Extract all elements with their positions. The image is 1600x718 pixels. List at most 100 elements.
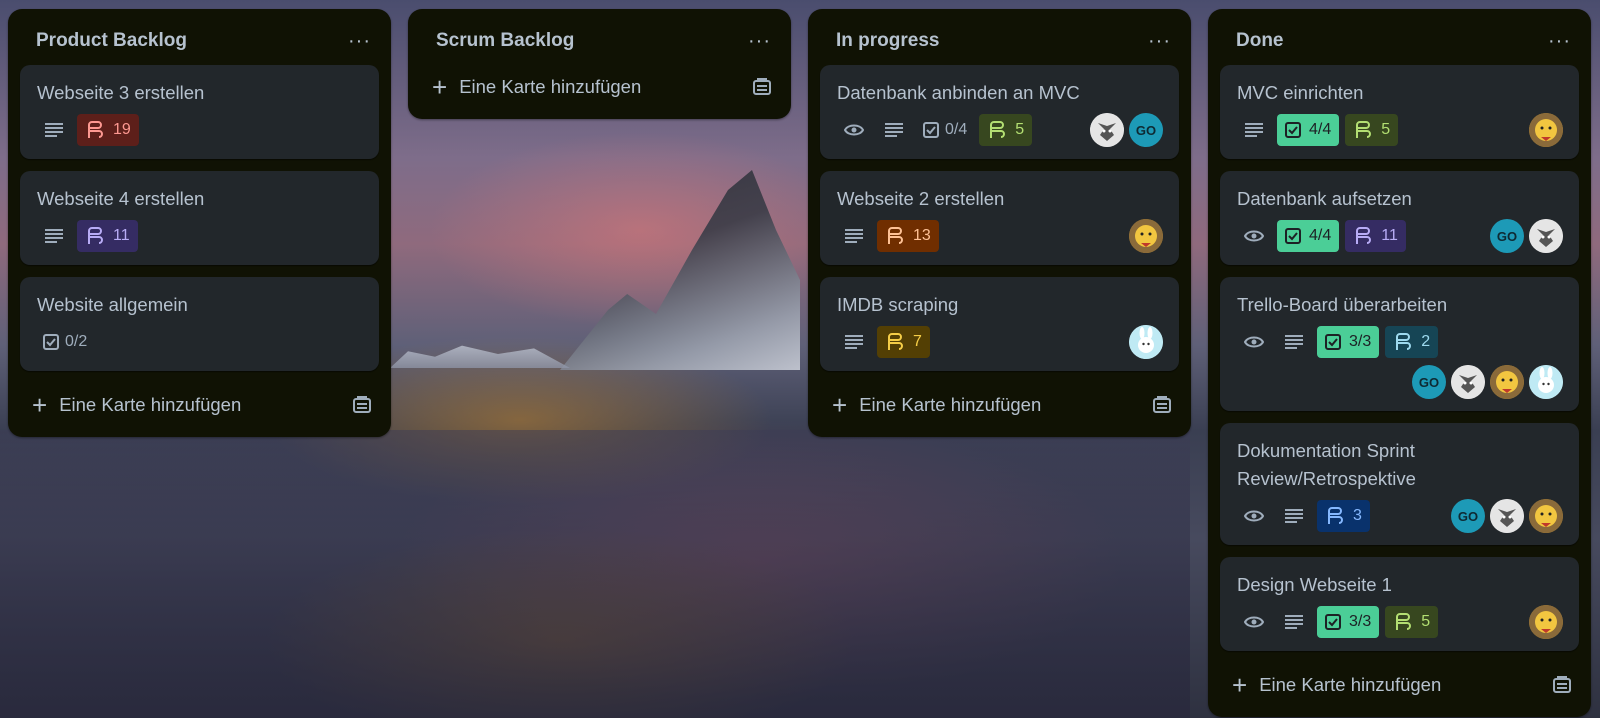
list-menu-button[interactable]: ···	[1548, 30, 1571, 53]
card-title: Website allgemein	[37, 294, 188, 315]
description-icon	[1277, 606, 1311, 638]
checklist-count: 4/4	[1309, 121, 1332, 138]
story-points-value: 5	[1015, 121, 1025, 138]
member-avatar[interactable]: GO	[1412, 365, 1446, 399]
member-avatar[interactable]	[1529, 113, 1563, 147]
plus-icon: +	[32, 390, 48, 420]
card[interactable]: Webseite 2 erstellen 13	[820, 171, 1179, 265]
member-avatar[interactable]	[1490, 499, 1524, 533]
member-avatar[interactable]: GO	[1451, 499, 1485, 533]
story-points-icon	[1393, 613, 1413, 631]
list-menu-button[interactable]: ···	[748, 30, 771, 53]
card[interactable]: Webseite 4 erstellen 11	[20, 171, 379, 265]
card[interactable]: Webseite 3 erstellen 19	[20, 65, 379, 159]
add-card-button[interactable]: + Eine Karte hinzufügen	[20, 383, 379, 427]
checklist-icon	[1285, 122, 1301, 138]
description-icon	[1277, 500, 1311, 532]
story-points-badge: 3	[1317, 500, 1370, 532]
story-points-value: 7	[913, 333, 922, 350]
add-card-button[interactable]: + Eine Karte hinzufügen	[820, 383, 1179, 427]
story-points-badge: 2	[1385, 326, 1439, 358]
story-points-badge: 13	[877, 220, 939, 252]
add-card-label: Eine Karte hinzufügen	[59, 394, 242, 415]
add-card-label: Eine Karte hinzufügen	[1259, 674, 1442, 695]
board: Product Backlog ··· Webseite 3 erstellen…	[0, 0, 1600, 718]
description-icon	[37, 220, 71, 252]
watch-eye-icon	[1237, 500, 1271, 532]
plus-icon: +	[432, 72, 448, 102]
member-avatar[interactable]	[1129, 219, 1163, 253]
list-title: In progress	[836, 30, 940, 51]
member-avatar[interactable]: GO	[1129, 113, 1163, 147]
list-title: Product Backlog	[36, 30, 187, 51]
story-points-value: 19	[113, 121, 131, 138]
card-title: MVC einrichten	[1237, 82, 1364, 103]
member-avatar[interactable]	[1129, 325, 1163, 359]
story-points-value: 2	[1421, 333, 1431, 350]
story-points-icon	[885, 227, 905, 245]
template-icon[interactable]	[1153, 396, 1171, 414]
add-card-label: Eine Karte hinzufügen	[859, 394, 1042, 415]
card-badges: 7	[837, 325, 1163, 359]
member-avatar[interactable]	[1451, 365, 1485, 399]
template-icon[interactable]	[1553, 676, 1571, 694]
story-points-icon	[85, 121, 105, 139]
card-badges: 19	[37, 113, 363, 147]
template-icon[interactable]	[353, 396, 371, 414]
card-badges: 11	[37, 219, 363, 253]
card[interactable]: Datenbank aufsetzen 4/4 11 GO	[1220, 171, 1579, 265]
story-points-icon	[1325, 507, 1345, 525]
story-points-badge: 11	[1345, 220, 1406, 252]
card[interactable]: MVC einrichten 4/4 5	[1220, 65, 1579, 159]
story-points-value: 13	[913, 227, 931, 244]
member-avatar[interactable]	[1529, 219, 1563, 253]
list-header: Product Backlog ···	[20, 21, 379, 61]
list-scrum-backlog: Scrum Backlog ··· + Eine Karte hinzufüge…	[408, 9, 791, 119]
checklist-icon	[43, 334, 59, 350]
story-points-icon	[1353, 121, 1373, 139]
card-title: Webseite 2 erstellen	[837, 188, 1005, 209]
plus-icon: +	[1232, 670, 1248, 700]
list-menu-button[interactable]: ···	[348, 30, 371, 53]
description-icon	[837, 220, 871, 252]
checklist-badge: 0/2	[37, 326, 93, 358]
description-icon	[1237, 114, 1271, 146]
card[interactable]: Website allgemein 0/2	[20, 277, 379, 371]
card-badges: 4/4 11 GO	[1237, 219, 1563, 253]
card-badges: 0/2	[37, 325, 363, 359]
card-title: Dokumentation Sprint Review/Retrospektiv…	[1237, 440, 1416, 489]
member-avatar[interactable]	[1529, 605, 1563, 639]
template-icon[interactable]	[753, 78, 771, 96]
story-points-badge: 7	[877, 326, 930, 358]
checklist-icon	[1325, 614, 1341, 630]
card[interactable]: Datenbank anbinden an MVC 0/4 5 GO	[820, 65, 1179, 159]
card[interactable]: Design Webseite 1 3/3 5	[1220, 557, 1579, 651]
member-avatar[interactable]	[1090, 113, 1124, 147]
member-avatar[interactable]	[1529, 499, 1563, 533]
story-points-value: 11	[1381, 227, 1398, 244]
card[interactable]: Trello-Board überarbeiten 3/3 2 GO	[1220, 277, 1579, 411]
checklist-complete-badge: 3/3	[1317, 326, 1380, 358]
list-product-backlog: Product Backlog ··· Webseite 3 erstellen…	[8, 9, 391, 437]
watch-eye-icon	[837, 114, 871, 146]
member-avatar[interactable]: GO	[1490, 219, 1524, 253]
checklist-complete-badge: 4/4	[1277, 220, 1340, 252]
member-avatar[interactable]	[1529, 365, 1563, 399]
checklist-count: 4/4	[1309, 227, 1332, 244]
card[interactable]: Dokumentation Sprint Review/Retrospektiv…	[1220, 423, 1579, 545]
card[interactable]: IMDB scraping 7	[820, 277, 1179, 371]
list-header: Done ···	[1220, 21, 1579, 61]
add-card-button[interactable]: + Eine Karte hinzufügen	[420, 65, 779, 109]
card-title: Design Webseite 1	[1237, 574, 1392, 595]
card-badges: 0/4 5 GO	[837, 113, 1163, 147]
story-points-value: 5	[1381, 121, 1391, 138]
member-avatar[interactable]	[1490, 365, 1524, 399]
checklist-count: 0/2	[65, 333, 88, 350]
description-icon	[877, 114, 911, 146]
list-done: Done ··· MVC einrichten 4/4 5 Datenbank …	[1208, 9, 1591, 717]
checklist-badge: 0/4	[917, 114, 973, 146]
add-card-button[interactable]: + Eine Karte hinzufügen	[1220, 663, 1579, 707]
story-points-icon	[1353, 227, 1373, 245]
list-menu-button[interactable]: ···	[1148, 30, 1171, 53]
story-points-badge: 11	[77, 220, 138, 252]
